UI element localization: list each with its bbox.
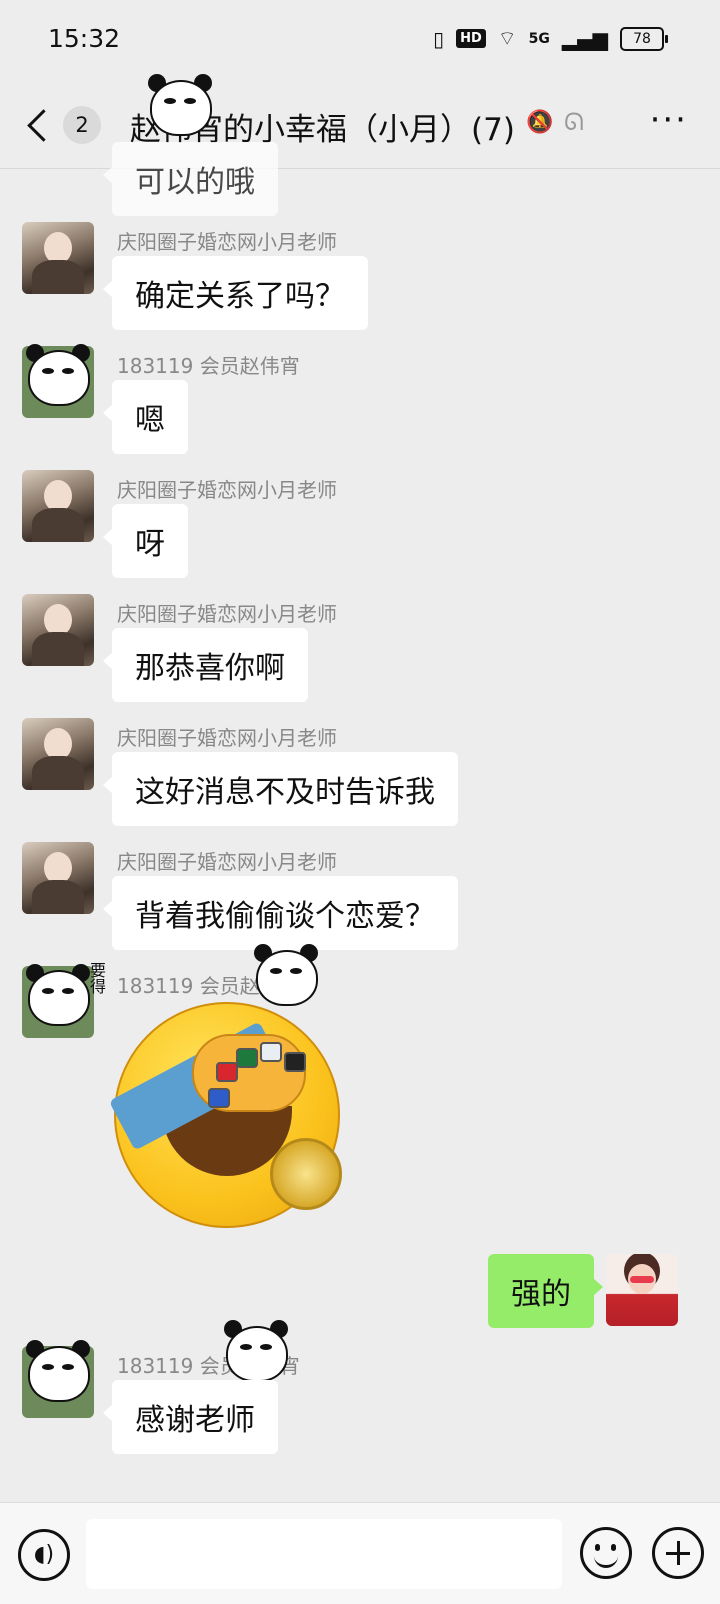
self-avatar[interactable]	[606, 1254, 678, 1326]
teacher-avatar[interactable]	[22, 842, 94, 914]
voice-input-button[interactable]: ◖)	[18, 1529, 70, 1581]
vibrate-icon: ▯	[433, 26, 445, 51]
message-bubble[interactable]: 可以的哦	[103, 142, 278, 216]
teacher-avatar[interactable]	[22, 470, 94, 542]
message-bubble-self[interactable]: 强的	[488, 1254, 603, 1328]
mute-bell-icon: 🔕	[526, 110, 554, 135]
panda-sticker	[140, 72, 218, 138]
input-bar: ◖)	[0, 1502, 720, 1604]
earpiece-mode-icon: ᘏ	[564, 108, 584, 136]
signal-icon: ▂▄▆	[561, 26, 608, 51]
voice-wave-icon: ◖)	[33, 1542, 55, 1567]
sender-name: 183119 会员赵伟宵	[117, 354, 300, 378]
panda-sticker	[216, 1318, 294, 1384]
chat-screen: 15:32 ▯ HD ⌔ 5G ▂▄▆ 78 2 赵伟宵的小幸福（小月）(7) …	[0, 0, 720, 1604]
status-time: 15:32	[48, 24, 121, 53]
rich-emoji-sticker[interactable]	[108, 998, 342, 1228]
back-chevron-icon	[27, 108, 60, 142]
battery-indicator: 78	[620, 26, 668, 51]
status-icons: ▯ HD ⌔ 5G ▂▄▆ 78	[433, 26, 668, 51]
message-bubble[interactable]: 那恭喜你啊	[103, 628, 308, 702]
message-bubble[interactable]: 感谢老师	[103, 1380, 278, 1454]
teacher-avatar[interactable]	[22, 718, 94, 790]
sender-name: 庆阳圈子婚恋网小月老师	[117, 726, 337, 750]
more-options-button[interactable]: ···	[650, 100, 688, 140]
emerald-gem-icon	[236, 1048, 258, 1068]
status-bar: 15:32 ▯ HD ⌔ 5G ▂▄▆ 78	[0, 0, 720, 82]
hd-badge: HD	[456, 29, 486, 48]
onyx-gem-icon	[284, 1052, 306, 1072]
message-bubble[interactable]: 确定关系了吗？	[103, 256, 368, 330]
wifi-icon: ⌔	[497, 26, 517, 50]
network-label: 5G	[528, 30, 550, 47]
sender-name: 庆阳圈子婚恋网小月老师	[117, 478, 337, 502]
message-bubble[interactable]: 背着我偷偷谈个恋爱？	[103, 876, 458, 950]
sender-name: 庆阳圈子婚恋网小月老师	[117, 602, 337, 626]
message-bubble[interactable]: 呀	[103, 504, 188, 578]
message-input[interactable]	[86, 1519, 562, 1589]
sender-name: 庆阳圈子婚恋网小月老师	[117, 850, 337, 874]
panda-sticker	[18, 1338, 96, 1404]
ruby-gem-icon	[216, 1062, 238, 1082]
emoji-button[interactable]	[580, 1527, 632, 1579]
teacher-avatar[interactable]	[22, 594, 94, 666]
more-actions-button[interactable]	[652, 1527, 704, 1579]
gold-watch-icon	[270, 1138, 342, 1210]
teacher-avatar[interactable]	[22, 222, 94, 294]
diamond-gem-icon	[260, 1042, 282, 1062]
sticker-text: 要得	[87, 962, 106, 994]
unread-count-badge: 2	[63, 106, 101, 144]
back-button[interactable]: 2	[22, 100, 101, 150]
sapphire-gem-icon	[208, 1088, 230, 1108]
message-bubble[interactable]: 嗯	[103, 380, 188, 454]
panda-sticker: 要得	[18, 962, 106, 1028]
sender-name: 庆阳圈子婚恋网小月老师	[117, 230, 337, 254]
nav-bar: 2 赵伟宵的小幸福（小月）(7) 🔕 ᘏ ···	[0, 82, 720, 169]
panda-sticker	[18, 342, 96, 408]
message-bubble[interactable]: 这好消息不及时告诉我	[103, 752, 458, 826]
